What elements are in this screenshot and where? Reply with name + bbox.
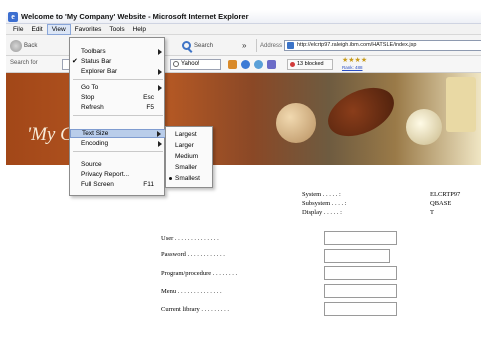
back-button[interactable]: Back	[10, 39, 37, 52]
menu-item-shortcut: F11	[143, 181, 154, 188]
address-value: http://elcrtp97.raleigh.ibm.com/HATSLE/i…	[297, 42, 417, 48]
title-bar: e Welcome to 'My Company' Website - Micr…	[6, 10, 481, 24]
menu-item-explorer-bar[interactable]: Explorer Bar	[70, 67, 166, 76]
radio-selected-icon	[169, 177, 172, 180]
football-image	[320, 78, 402, 146]
yahoo-label: Yahoo!	[181, 61, 200, 67]
toolbar-chevron-button[interactable]: »	[242, 39, 246, 52]
submenu-arrow-icon	[158, 84, 162, 91]
menu-item-encoding[interactable]: Encoding	[70, 139, 166, 148]
menu-input[interactable]	[324, 284, 397, 298]
page-icon	[287, 42, 294, 49]
golf-ball-image	[406, 109, 442, 145]
menu-item-label: Toolbars	[81, 48, 106, 55]
menu-help[interactable]: Help	[129, 24, 150, 35]
text-size-largest[interactable]: Largest	[166, 129, 214, 140]
view-menu-dropdown: Toolbars ✔ Status Bar Explorer Bar Go To…	[69, 37, 166, 196]
banner-title: 'My C	[27, 124, 73, 145]
display-label: Display . . . . . :	[302, 209, 342, 216]
subsystem-value: QBASE	[430, 200, 452, 207]
menu-separator	[73, 151, 163, 152]
trophy-image	[446, 77, 476, 132]
text-size-submenu: Largest Larger Medium Smaller Smallest	[165, 126, 213, 188]
baseball-image	[276, 103, 316, 143]
text-size-larger[interactable]: Larger	[166, 140, 214, 151]
search-label: Search	[194, 42, 214, 49]
menu-item-text-size[interactable]: Text Size	[70, 129, 166, 138]
text-size-medium[interactable]: Medium	[166, 151, 214, 162]
display-value: T	[430, 209, 434, 216]
blocked-count: 13 blocked	[297, 61, 324, 67]
user-input[interactable]	[324, 231, 397, 245]
current-library-label: Current library . . . . . . . . .	[161, 306, 230, 313]
menu-item-label: Source	[81, 161, 102, 168]
popup-blocker-button[interactable]: 13 blocked	[287, 59, 333, 70]
program-procedure-input[interactable]	[324, 266, 397, 280]
highlight-icon[interactable]	[228, 60, 237, 69]
menu-favorites[interactable]: Favorites	[71, 24, 106, 35]
menu-item-toolbars[interactable]: Toolbars	[70, 47, 166, 56]
menu-edit[interactable]: Edit	[27, 24, 46, 35]
menu-item-status-bar[interactable]: ✔ Status Bar	[70, 57, 166, 66]
search-icon	[182, 41, 191, 50]
menu-label: Menu . . . . . . . . . . . . . .	[161, 288, 222, 295]
menu-tools[interactable]: Tools	[105, 24, 128, 35]
address-bar-input[interactable]: http://elcrtp97.raleigh.ibm.com/HATSLE/i…	[284, 40, 481, 51]
menu-item-label: Privacy Report...	[81, 171, 130, 178]
text-size-smallest-label: Smallest	[175, 175, 200, 182]
menu-item-source[interactable]: Source	[70, 160, 166, 169]
menu-item-stop[interactable]: Stop Esc	[70, 93, 166, 102]
menu-item-label: Encoding	[81, 140, 109, 147]
address-label: Address	[260, 42, 283, 49]
search-for-label: Search for	[10, 60, 38, 66]
submenu-arrow-icon	[157, 130, 161, 137]
user-label: User . . . . . . . . . . . . . .	[161, 235, 219, 242]
menu-item-privacy-report[interactable]: Privacy Report...	[70, 170, 166, 179]
rank-stars-icon: ★★★★	[342, 57, 368, 64]
menu-separator	[73, 79, 163, 80]
yahoo-search-button[interactable]: Yahoo!	[170, 59, 221, 70]
text-size-smaller[interactable]: Smaller	[166, 162, 214, 173]
menu-item-refresh[interactable]: Refresh F5	[70, 103, 166, 112]
rank-link[interactable]: Rank: 488	[342, 65, 363, 70]
pencil-icon[interactable]	[267, 60, 276, 69]
search-button[interactable]: Search	[182, 39, 213, 52]
system-label: System . . . . . :	[302, 191, 341, 198]
menu-item-shortcut: Esc	[143, 94, 154, 101]
submenu-arrow-icon	[158, 140, 162, 147]
submenu-arrow-icon	[158, 48, 162, 55]
menu-view[interactable]: View	[46, 23, 71, 35]
menu-item-label: Go To	[81, 84, 99, 91]
password-label: Password . . . . . . . . . . . .	[161, 251, 225, 258]
password-input[interactable]	[324, 249, 390, 263]
toolbar-separator	[256, 39, 257, 52]
yahoo-search-icon	[173, 61, 179, 67]
program-procedure-label: Program/procedure . . . . . . . .	[161, 270, 238, 277]
system-value: ELCRTP97	[430, 191, 461, 198]
menu-item-label: Stop	[81, 94, 95, 101]
menu-item-full-screen[interactable]: Full Screen F11	[70, 180, 166, 189]
menu-item-label: Refresh	[81, 104, 104, 111]
menu-item-label: Text Size	[82, 130, 109, 137]
menu-item-go-to[interactable]: Go To	[70, 83, 166, 92]
popup-block-icon	[290, 62, 295, 67]
menu-item-shortcut: F5	[146, 104, 154, 111]
messenger-icon[interactable]	[254, 60, 263, 69]
subsystem-label: Subsystem . . . . :	[302, 200, 347, 207]
menu-separator	[73, 115, 163, 116]
submenu-arrow-icon	[158, 68, 162, 75]
back-label: Back	[24, 42, 38, 49]
current-library-input[interactable]	[324, 302, 397, 316]
menu-bar: File Edit View Favorites Tools Help	[6, 23, 481, 35]
email-icon[interactable]	[241, 60, 250, 69]
ie-logo-icon: e	[8, 11, 18, 22]
menu-item-label: Full Screen	[81, 181, 114, 188]
checkmark-icon: ✔	[72, 58, 78, 65]
text-size-smallest[interactable]: Smallest	[166, 173, 214, 184]
menu-item-label: Explorer Bar	[81, 68, 118, 75]
menu-item-label: Status Bar	[81, 58, 112, 65]
back-arrow-icon	[10, 39, 22, 52]
menu-file[interactable]: File	[9, 24, 27, 35]
window-title: Welcome to 'My Company' Website - Micros…	[21, 12, 249, 21]
